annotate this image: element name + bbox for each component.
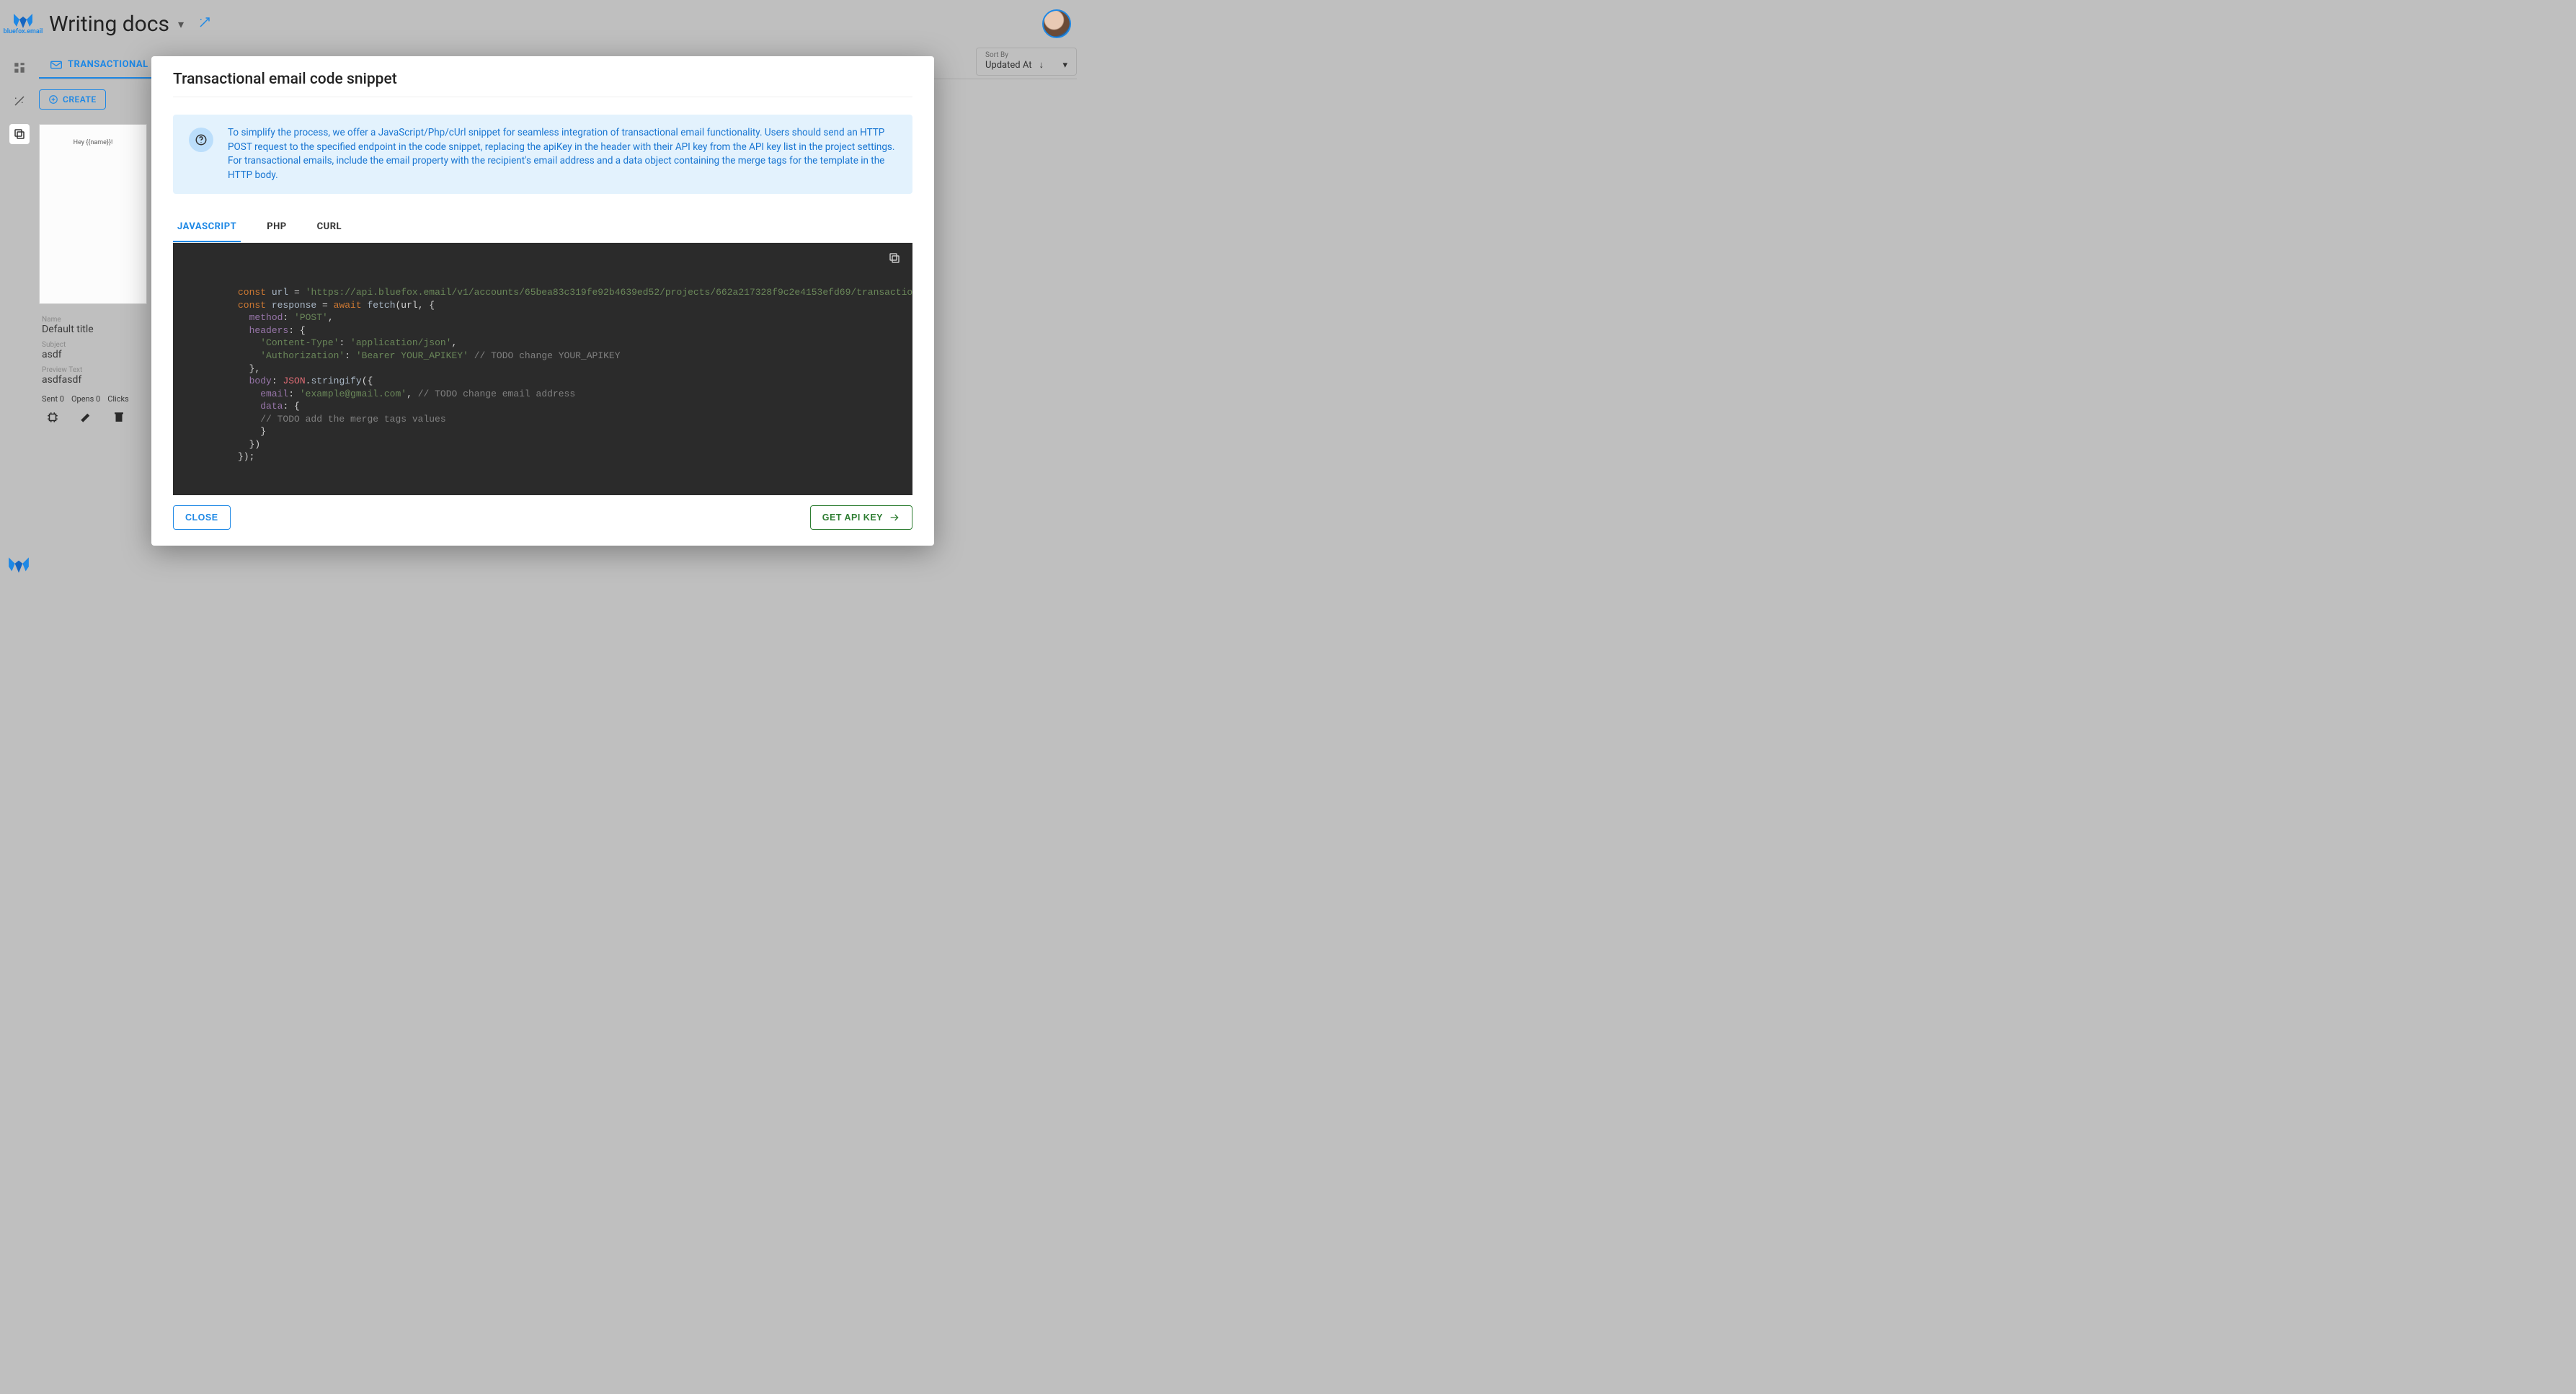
code-text: const url = 'https://api.bluefox.email/v… [173,243,912,478]
modal-title: Transactional email code snippet [173,71,912,97]
info-text: To simplify the process, we offer a Java… [228,126,897,182]
copy-icon[interactable] [888,252,901,267]
get-api-key-button[interactable]: GET API KEY [810,505,912,530]
close-button[interactable]: CLOSE [173,505,231,530]
code-tabs: JAVASCRIPT PHP CURL [173,214,912,243]
arrow-right-icon [889,512,900,523]
modal-footer: CLOSE GET API KEY [173,505,912,530]
get-api-key-label: GET API KEY [822,512,883,523]
modal-backdrop[interactable]: Transactional email code snippet To simp… [0,0,1085,585]
code-block: const url = 'https://api.bluefox.email/v… [173,243,912,495]
close-label: CLOSE [185,512,218,523]
help-icon [189,128,213,152]
tab-curl[interactable]: CURL [313,214,346,242]
tab-php[interactable]: PHP [262,214,290,242]
info-callout: To simplify the process, we offer a Java… [173,115,912,194]
code-snippet-modal: Transactional email code snippet To simp… [151,56,934,546]
tab-javascript[interactable]: JAVASCRIPT [173,214,241,242]
